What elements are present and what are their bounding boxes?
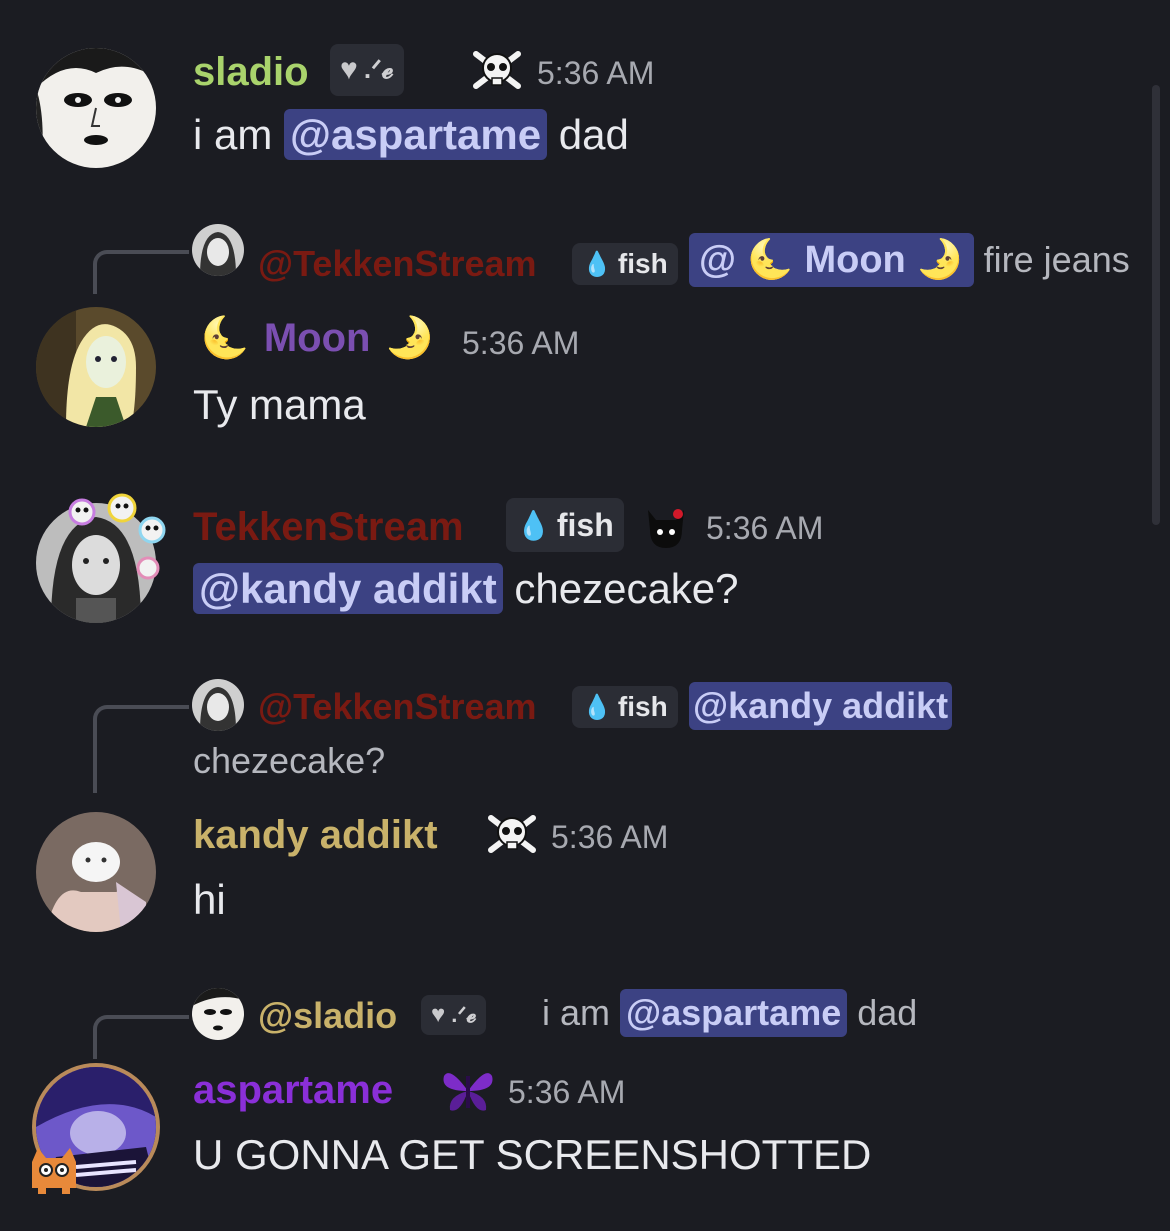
skull-crossbones-icon (485, 810, 539, 860)
timestamp[interactable]: 5:36 AM (462, 327, 579, 359)
message-text: hi (193, 876, 226, 923)
server-tag-badge[interactable]: ♥ .ᐟ𝓮 (330, 44, 404, 96)
water-drop-icon: 💧 (516, 509, 551, 541)
moon-avatar-art (36, 307, 156, 427)
reply-connector (93, 1015, 189, 1059)
reply-avatar-tekkenstream[interactable] (192, 679, 244, 731)
username-kandy-addikt[interactable]: kandy addikt (193, 815, 438, 855)
reply-avatar-sladio[interactable] (192, 988, 244, 1040)
username-text: Moon (263, 316, 371, 360)
message-text: U GONNA GET SCREENSHOTTED (193, 1131, 872, 1178)
sladio-avatar-art (36, 48, 156, 168)
message-text: dad (547, 111, 629, 158)
scrollbar[interactable] (1152, 85, 1160, 525)
reply-message-text: chezecake? (193, 740, 386, 781)
timestamp[interactable]: 5:36 AM (551, 821, 668, 853)
avatar-sladio[interactable] (36, 48, 156, 168)
kandy-addikt-avatar-art (36, 812, 156, 932)
avatar-kandy-addikt[interactable] (36, 812, 156, 932)
message-text: i am (193, 111, 285, 158)
water-drop-icon: 💧 (582, 250, 612, 278)
heart-icon: ♥ (340, 53, 358, 86)
reply-username[interactable]: @sladio (258, 998, 397, 1034)
moon-left-emoji: 🌜 (200, 316, 250, 360)
chat-message-list: sladio ♥ .ᐟ𝓮 5:36 AM i am @aspartame dad… (0, 0, 1170, 1231)
username-aspartame[interactable]: aspartame (193, 1070, 393, 1110)
user-mention[interactable]: @aspartame (620, 989, 848, 1037)
server-tag-badge[interactable]: 💧 fish (506, 498, 624, 552)
timestamp[interactable]: 5:36 AM (537, 57, 654, 89)
user-mention[interactable]: @aspartame (284, 109, 548, 160)
moon-right-emoji: 🌛 (384, 316, 435, 360)
user-mention[interactable]: @kandy addikt (689, 682, 953, 730)
reply-connector (93, 250, 189, 294)
server-tag-text: .ᐟ𝓮 (451, 1002, 477, 1027)
server-tag-text: fish (617, 691, 668, 722)
reply-message-text: dad (847, 992, 918, 1033)
water-drop-icon: 💧 (582, 693, 612, 721)
cat-icon (24, 1144, 84, 1196)
heart-icon: ♥ (431, 1001, 446, 1028)
user-mention[interactable]: @kandy addikt (193, 563, 503, 614)
butterfly-icon (440, 1066, 496, 1116)
username-moon[interactable]: 🌜 Moon 🌛 (200, 318, 434, 358)
user-mention[interactable]: @ 🌜 Moon 🌛 (689, 233, 974, 287)
demon-icon (638, 500, 694, 552)
message-content: i am @aspartame dad (193, 109, 629, 160)
server-tag-text: .ᐟ𝓮 (363, 54, 394, 84)
username-sladio[interactable]: sladio (193, 52, 309, 92)
avatar-decoration-skulls-icon (60, 490, 170, 580)
reply-content: @kandy addikt (689, 682, 953, 730)
timestamp[interactable]: 5:36 AM (508, 1076, 625, 1108)
server-tag-text: fish (617, 248, 668, 279)
reply-content: i am @aspartame dad (542, 989, 917, 1037)
reply-avatar-art (192, 988, 244, 1040)
reply-username[interactable]: @TekkenStream (258, 689, 537, 725)
reply-message-text: fire jeans (983, 239, 1130, 280)
server-tag-badge[interactable]: 💧 fish (572, 686, 678, 728)
reply-connector (93, 705, 189, 793)
avatar-moon[interactable] (36, 307, 156, 427)
username-tekkenstream[interactable]: TekkenStream (193, 507, 464, 547)
message-text: Ty mama (193, 381, 366, 428)
reply-avatar-art (192, 224, 244, 276)
server-tag-text: fish (556, 506, 614, 543)
message-text: chezecake? (502, 565, 739, 612)
reply-avatar-tekkenstream[interactable] (192, 224, 244, 276)
timestamp[interactable]: 5:36 AM (706, 512, 823, 544)
reply-message-text: i am (542, 992, 621, 1033)
reply-content: @ 🌜 Moon 🌛 fire jeans (689, 233, 1130, 287)
server-tag-badge[interactable]: ♥ .ᐟ𝓮 (421, 995, 487, 1035)
message-content: @kandy addikt chezecake? (193, 563, 739, 614)
skull-crossbones-icon (470, 46, 524, 96)
reply-avatar-art (192, 679, 244, 731)
server-tag-badge[interactable]: 💧 fish (572, 243, 678, 285)
reply-username[interactable]: @TekkenStream (258, 246, 537, 282)
